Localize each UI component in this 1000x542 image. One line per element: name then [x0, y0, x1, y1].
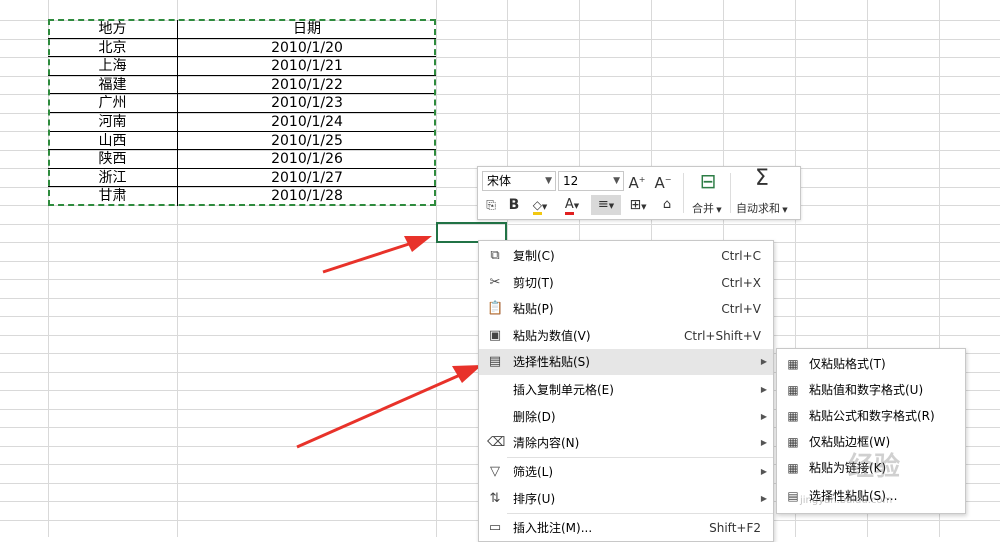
- table-row: 河南 2010/1/24: [48, 113, 436, 132]
- watermark-url: jingyan.baidu.com: [800, 495, 893, 506]
- chevron-down-icon: ▼: [613, 176, 620, 186]
- eraser-icon: ⌫: [487, 435, 506, 450]
- table-row: 北京 2010/1/20: [48, 38, 436, 58]
- scissors-icon: ✂: [489, 275, 501, 290]
- submenu-item-paste-values-formats[interactable]: ▦ 粘贴值和数字格式(U): [777, 377, 965, 403]
- cell-region[interactable]: 广州: [48, 94, 177, 112]
- cell-region[interactable]: 浙江: [48, 169, 177, 187]
- paste-borders-icon: ▦: [787, 435, 799, 449]
- table-row: 山西 2010/1/25: [48, 131, 436, 151]
- chevron-right-icon: ▶: [760, 385, 767, 394]
- comment-icon: ▭: [488, 520, 502, 535]
- clear-format-icon[interactable]: ⌂: [658, 195, 676, 215]
- paste-formulas-icon: ▦: [787, 409, 799, 423]
- paste-icon: 📋: [487, 301, 504, 316]
- chevron-right-icon: ▶: [760, 494, 767, 503]
- table-row: 广州 2010/1/23: [48, 94, 436, 113]
- font-size-value: 12: [563, 174, 579, 188]
- cell-date[interactable]: 2010/1/25: [177, 131, 436, 150]
- paste-special-submenu: ▦ 仅粘贴格式(T) ▦ 粘贴值和数字格式(U) ▦ 粘贴公式和数字格式(R) …: [776, 348, 966, 514]
- table-row: 甘肃 2010/1/28: [48, 187, 436, 206]
- menu-divider: [507, 513, 773, 514]
- cell-region[interactable]: 上海: [48, 57, 177, 75]
- chevron-down-icon: ▼: [545, 176, 552, 186]
- cell-date[interactable]: 2010/1/23: [177, 94, 436, 112]
- bold-icon[interactable]: B: [506, 195, 522, 215]
- menu-item-insert-copied-cells[interactable]: 插入复制单元格(E) ▶: [479, 377, 773, 403]
- cell-date[interactable]: 2010/1/22: [177, 75, 436, 94]
- menu-item-insert-comment[interactable]: ▭ 插入批注(M)... Shift+F2: [479, 515, 773, 541]
- menu-item-paste-values[interactable]: ▣ 粘贴为数值(V) Ctrl+Shift+V: [479, 323, 773, 349]
- cell-date[interactable]: 2010/1/20: [177, 38, 436, 57]
- cell-region[interactable]: 甘肃: [48, 187, 177, 206]
- font-name-select[interactable]: 宋体 ▼: [482, 171, 556, 191]
- paste-values-formats-icon: ▦: [787, 383, 799, 397]
- data-table: 地方 日期 北京 2010/1/20 上海 2010/1/21 福建 2010/…: [48, 20, 436, 206]
- menu-item-filter[interactable]: ▽ 筛选(L) ▶: [479, 459, 773, 485]
- cell-date[interactable]: 2010/1/24: [177, 113, 436, 131]
- menu-item-delete[interactable]: 删除(D) ▶: [479, 404, 773, 430]
- context-menu: ⧉ 复制(C) Ctrl+C ✂ 剪切(T) Ctrl+X 📋 粘贴(P) Ct…: [478, 240, 774, 542]
- fill-color-icon[interactable]: ◇▼: [528, 195, 552, 215]
- filter-icon: ▽: [490, 464, 500, 479]
- copy-icon: ⧉: [490, 248, 500, 263]
- merge-cells-icon[interactable]: ⊟: [692, 171, 724, 191]
- cell-date[interactable]: 2010/1/21: [177, 57, 436, 75]
- menu-item-paste-special[interactable]: ▤ 选择性粘贴(S) ▶: [479, 349, 773, 375]
- menu-divider: [507, 457, 773, 458]
- table-row: 地方 日期: [48, 20, 436, 39]
- cell-date[interactable]: 2010/1/27: [177, 168, 436, 187]
- autosum-button[interactable]: 自动求和 ▼: [736, 200, 788, 216]
- chevron-right-icon: ▶: [760, 357, 767, 366]
- cell-date[interactable]: 日期: [177, 20, 436, 38]
- table-row: 陕西 2010/1/26: [48, 150, 436, 169]
- submenu-item-paste-formulas-formats[interactable]: ▦ 粘贴公式和数字格式(R): [777, 403, 965, 429]
- cell-region[interactable]: 地方: [48, 20, 177, 38]
- menu-item-clear-contents[interactable]: ⌫ 清除内容(N) ▶: [479, 430, 773, 456]
- chevron-right-icon: ▶: [760, 467, 767, 476]
- table-row: 上海 2010/1/21: [48, 57, 436, 76]
- sigma-icon[interactable]: Σ: [750, 168, 774, 190]
- format-painter-icon[interactable]: ⎘: [482, 195, 500, 215]
- increase-font-size-icon[interactable]: A+: [628, 170, 646, 192]
- font-name-value: 宋体: [487, 174, 512, 188]
- decrease-font-size-icon[interactable]: A−: [654, 170, 672, 192]
- menu-item-cut[interactable]: ✂ 剪切(T) Ctrl+X: [479, 270, 773, 296]
- sort-icon: ⇅: [489, 491, 501, 506]
- merge-cells-button[interactable]: 合并 ▼: [692, 200, 722, 216]
- chevron-right-icon: ▶: [760, 412, 767, 421]
- submenu-item-paste-formats[interactable]: ▦ 仅粘贴格式(T): [777, 351, 965, 377]
- paste-link-icon: ▦: [787, 461, 799, 475]
- watermark-logo: 经验: [848, 452, 901, 482]
- menu-item-sort[interactable]: ⇅ 排序(U) ▶: [479, 486, 773, 512]
- paste-special-icon: ▤: [488, 354, 502, 369]
- cell-date[interactable]: 2010/1/26: [177, 150, 436, 168]
- cell-region[interactable]: 山西: [48, 132, 177, 150]
- cell-region[interactable]: 福建: [48, 76, 177, 94]
- toolbar-divider: [683, 173, 684, 213]
- paste-special-icon: ▤: [787, 489, 799, 503]
- table-row: 浙江 2010/1/27: [48, 168, 436, 188]
- menu-item-copy[interactable]: ⧉ 复制(C) Ctrl+C: [479, 243, 773, 269]
- paste-formats-icon: ▦: [787, 357, 799, 371]
- cell-date[interactable]: 2010/1/28: [177, 187, 436, 206]
- cell-region[interactable]: 北京: [48, 39, 177, 57]
- table-row: 福建 2010/1/22: [48, 75, 436, 95]
- font-color-icon[interactable]: A▼: [560, 195, 584, 215]
- cell-region[interactable]: 河南: [48, 113, 177, 131]
- paste-values-icon: ▣: [488, 328, 502, 343]
- align-center-icon[interactable]: ≡▼: [591, 195, 621, 215]
- toolbar-divider: [730, 173, 731, 213]
- font-size-select[interactable]: 12 ▼: [558, 171, 624, 191]
- menu-item-paste[interactable]: 📋 粘贴(P) Ctrl+V: [479, 296, 773, 322]
- borders-icon[interactable]: ⊞▼: [625, 195, 651, 215]
- mini-format-toolbar: 宋体 ▼ 12 ▼ A+ A− ⎘ B ◇▼ A▼ ≡▼ ⊞▼ ⌂ ⊟ 合并 ▼…: [477, 166, 801, 220]
- chevron-right-icon: ▶: [760, 438, 767, 447]
- cell-region[interactable]: 陕西: [48, 150, 177, 168]
